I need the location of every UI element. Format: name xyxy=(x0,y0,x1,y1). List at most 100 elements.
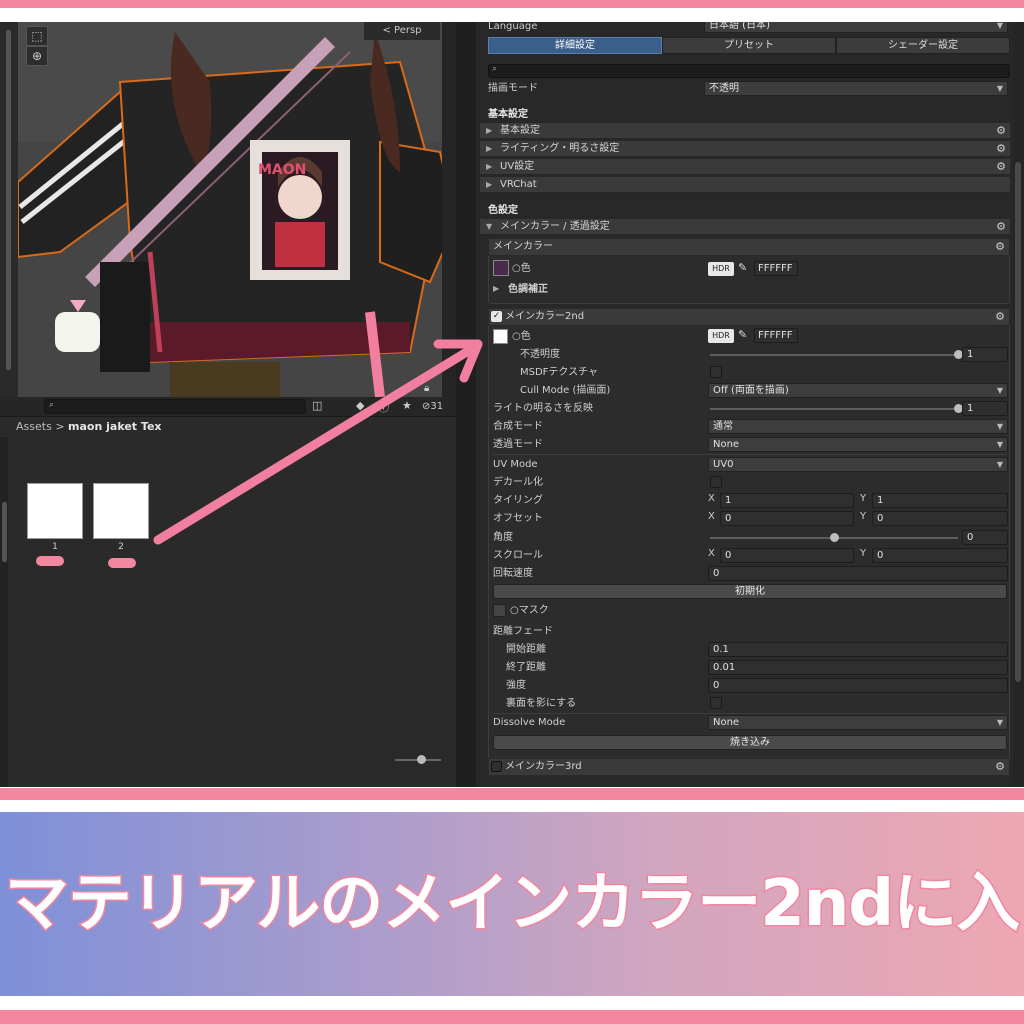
expand-arrow-icon: ▶ xyxy=(486,162,493,171)
asset-thumbnail-1[interactable] xyxy=(27,483,83,539)
section-label: メインカラー / 透過設定 xyxy=(500,221,610,232)
hdr-badge[interactable]: HDR xyxy=(708,262,734,276)
language-value: 日本語 (日本) xyxy=(709,22,770,31)
screenshot-frame: MAON ⬚ ⊕ < Persp ⌕ ◫ ◆ ★ ⊘31 🔒︎ Assets >… xyxy=(0,0,1024,1024)
scene-toolbar xyxy=(0,22,18,397)
tiling-label: タイリング xyxy=(493,495,543,506)
section-lighting[interactable]: ▶ ライティング・明るさ設定 ⚙ xyxy=(480,141,1010,157)
main-texture-thumbnail[interactable] xyxy=(493,260,509,276)
enable-checkbox[interactable] xyxy=(491,761,502,772)
eyedropper-icon[interactable]: ✎ xyxy=(738,261,747,274)
uv-mode-select[interactable]: UV0 ▼ xyxy=(708,457,1008,472)
cull-mode-select[interactable]: Off (両面を描画) ▼ xyxy=(708,383,1008,398)
scroll-x-label: X xyxy=(708,548,715,559)
offset-label: オフセット xyxy=(493,513,543,524)
expand-arrow-icon: ▶ xyxy=(486,126,493,135)
chevron-down-icon: ▼ xyxy=(996,22,1003,30)
search-icon: ⌕ xyxy=(49,400,55,410)
angle-slider-knob[interactable] xyxy=(830,533,839,542)
gear-icon[interactable]: ⚙ xyxy=(995,759,1005,775)
dissolve-mode-label: Dissolve Mode xyxy=(493,717,566,728)
scroll-label: スクロール xyxy=(493,550,543,561)
tiling-x-field[interactable]: 1 xyxy=(720,493,854,508)
fade-end-label: 終了距離 xyxy=(506,662,546,673)
dissolve-mode-select[interactable]: None ▼ xyxy=(708,715,1008,730)
render-mode-select[interactable]: 不透明 ▼ xyxy=(704,81,1008,96)
project-scrollbar[interactable] xyxy=(2,502,7,562)
main-color-hex[interactable]: FFFFFF xyxy=(754,261,798,276)
section-vrchat[interactable]: ▶ VRChat xyxy=(480,177,1010,193)
enable-checkbox[interactable]: ✓ xyxy=(491,311,502,322)
section-label: UV設定 xyxy=(500,161,535,172)
tab-shader-settings[interactable]: シェーダー設定 xyxy=(836,37,1010,54)
tiling-y-field[interactable]: 1 xyxy=(872,493,1008,508)
label-highlight xyxy=(36,556,64,566)
tab-preset[interactable]: プリセット xyxy=(662,37,836,54)
bake-button[interactable]: 焼き込み xyxy=(493,735,1007,750)
render-mode-value: 不透明 xyxy=(709,83,739,94)
gear-icon[interactable]: ⚙ xyxy=(996,219,1006,235)
fade-strength-field[interactable]: 0 xyxy=(708,678,1008,693)
fade-start-field[interactable]: 0.1 xyxy=(708,642,1008,657)
transparency-mode-select[interactable]: None ▼ xyxy=(708,437,1008,452)
opacity-slider[interactable] xyxy=(710,354,958,356)
rotation-label: 回転速度 xyxy=(493,568,533,579)
gear-icon[interactable]: ⚙ xyxy=(996,123,1006,139)
caption-text: マテリアルのメインカラー2ndに入れるだけ！ xyxy=(3,866,1021,943)
section-basic-settings[interactable]: ▶ 基本設定 ⚙ xyxy=(480,123,1010,139)
chevron-down-icon: ▼ xyxy=(996,718,1003,727)
mask-texture-slot[interactable] xyxy=(493,604,506,617)
zoom-slider-knob[interactable] xyxy=(417,755,426,764)
scroll-x-field[interactable]: 0 xyxy=(720,548,854,563)
unity-editor: MAON ⬚ ⊕ < Persp ⌕ ◫ ◆ ★ ⊘31 🔒︎ Assets >… xyxy=(0,22,1024,787)
color-settings-header: 色設定 xyxy=(488,205,518,216)
gear-icon[interactable]: ⚙ xyxy=(995,309,1005,325)
msdf-checkbox[interactable] xyxy=(710,366,722,378)
rotation-field[interactable]: 0 xyxy=(708,566,1008,581)
offset-x-field[interactable]: 0 xyxy=(720,511,854,526)
scroll-y-field[interactable]: 0 xyxy=(872,548,1008,563)
angle-value[interactable]: 0 xyxy=(962,530,1008,545)
expand-arrow-icon[interactable]: ▶ xyxy=(493,284,499,293)
persp-label[interactable]: < Persp xyxy=(364,22,440,40)
main-color-2nd-title: メインカラー2nd xyxy=(505,311,585,322)
cull-mode-value: Off (両面を描画) xyxy=(713,385,789,396)
inspector-search-input[interactable]: ⌕ xyxy=(488,64,1010,78)
tab-advanced[interactable]: 詳細設定 xyxy=(488,37,662,54)
decal-checkbox[interactable] xyxy=(710,476,722,488)
blend-mode-label: 合成モード xyxy=(493,421,543,432)
rect-tool-icon[interactable]: ⬚ xyxy=(26,26,48,46)
asset-thumbnail-2[interactable] xyxy=(93,483,149,539)
offset-y-field[interactable]: 0 xyxy=(872,511,1008,526)
blend-mode-value: 通常 xyxy=(713,421,733,432)
breadcrumb-root[interactable]: Assets xyxy=(16,420,52,433)
section-uv[interactable]: ▶ UV設定 ⚙ xyxy=(480,159,1010,175)
color2-hex[interactable]: FFFFFF xyxy=(754,328,798,343)
gear-icon[interactable]: ⚙ xyxy=(995,239,1005,255)
main-color-header: メインカラー ⚙ xyxy=(488,238,1010,256)
cull-mode-label: Cull Mode (描画面) xyxy=(520,385,611,396)
fade-end-field[interactable]: 0.01 xyxy=(708,660,1008,675)
color-adjust-label[interactable]: 色調補正 xyxy=(508,281,548,298)
opacity-value[interactable]: 1 xyxy=(962,347,1008,362)
section-main-color-transparency[interactable]: ▼ メインカラー / 透過設定 ⚙ xyxy=(480,219,1010,235)
light-label: ライトの明るさを反映 xyxy=(493,403,593,414)
eyedropper-icon[interactable]: ✎ xyxy=(738,328,747,341)
gear-icon[interactable]: ⚙ xyxy=(996,141,1006,157)
gear-icon[interactable]: ⚙ xyxy=(996,159,1006,175)
search-icon: ⌕ xyxy=(492,64,498,74)
color2-label: ○色 xyxy=(512,331,531,342)
backface-shadow-checkbox[interactable] xyxy=(710,697,722,709)
breadcrumb-folder[interactable]: maon jaket Tex xyxy=(68,420,161,433)
blend-mode-select[interactable]: 通常 ▼ xyxy=(708,419,1008,434)
hdr-badge[interactable]: HDR xyxy=(708,329,734,343)
main-color-3rd-header[interactable]: メインカラー3rd ⚙ xyxy=(488,758,1010,776)
label-highlight xyxy=(108,558,136,568)
language-select[interactable]: 日本語 (日本) ▼ xyxy=(704,22,1008,33)
light-value[interactable]: 1 xyxy=(962,401,1008,416)
tiling-y-label: Y xyxy=(860,493,867,504)
light-slider[interactable] xyxy=(710,408,958,410)
fade-strength-label: 強度 xyxy=(506,680,526,691)
transform-tool-icon[interactable]: ⊕ xyxy=(26,46,48,66)
reset-button[interactable]: 初期化 xyxy=(493,584,1007,599)
